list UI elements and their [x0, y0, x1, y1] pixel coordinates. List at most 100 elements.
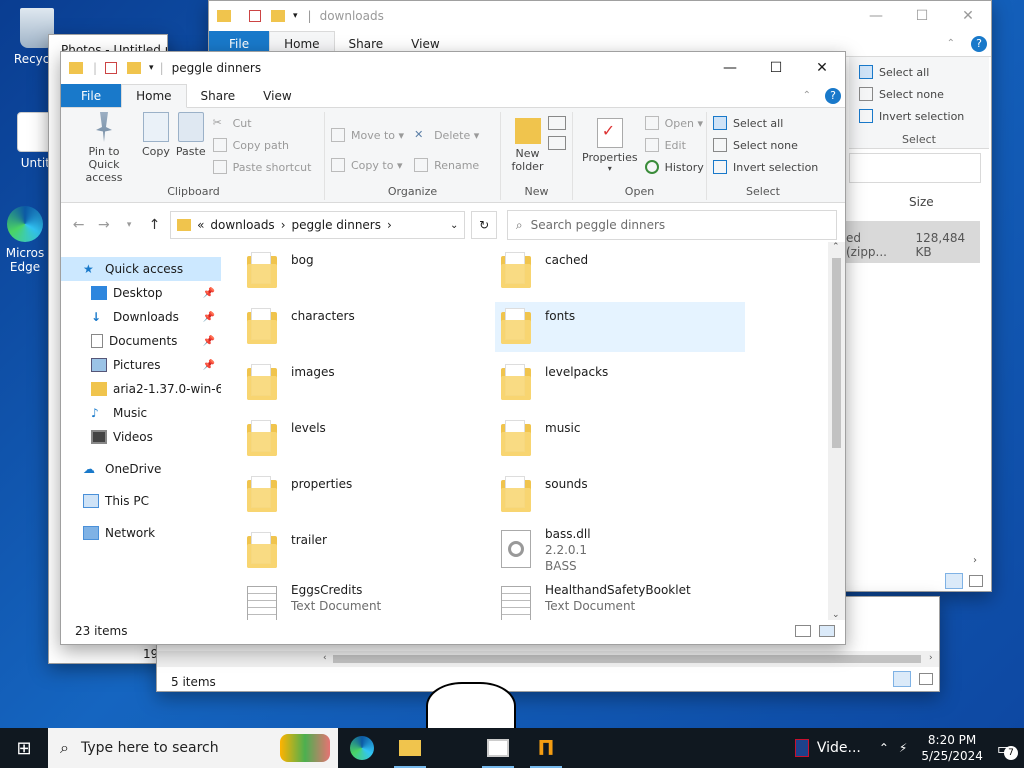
up-arrow-icon[interactable]: ↑ — [145, 217, 164, 233]
start-button[interactable]: ⊞ — [0, 728, 48, 768]
nav-music[interactable]: ♪ Music — [61, 401, 221, 425]
ribbon-collapse-icon[interactable]: ⌃ — [947, 38, 955, 49]
copy-path-button[interactable]: Copy path — [212, 134, 312, 156]
file-item[interactable]: HealthandSafetyBooklet Text Document — [495, 582, 745, 620]
show-hidden-icons-icon[interactable]: ⌃ — [879, 741, 889, 755]
delete-button[interactable]: ✕ Delete ▾ — [414, 120, 479, 150]
nav-aria2[interactable]: aria2-1.37.0-win-64l — [61, 377, 221, 401]
nav-this-pc[interactable]: This PC — [61, 489, 221, 513]
address-dropdown-icon[interactable]: ⌄ — [450, 220, 458, 231]
close-button[interactable]: ✕ — [799, 53, 845, 83]
back-arrow-icon[interactable]: ← — [69, 217, 88, 233]
peggle-dinners-window[interactable]: | ▾ | peggle dinners — ☐ ✕ File Home Sha… — [60, 51, 846, 645]
table-row[interactable]: ed (zipp... 128,484 KB — [846, 221, 980, 263]
tab-share[interactable]: Share — [187, 84, 250, 107]
pin-to-quick-access-button[interactable]: Pin to Quick access — [72, 112, 136, 184]
taskbar-app[interactable] — [434, 728, 474, 768]
breadcrumb-separator-icon[interactable]: › — [387, 218, 392, 232]
scroll-thumb[interactable] — [333, 655, 921, 663]
nav-onedrive[interactable]: ☁ OneDrive — [61, 457, 221, 481]
desktop-icon-edge[interactable]: Micros Edge — [0, 206, 50, 274]
file-item[interactable]: images — [241, 358, 491, 408]
address-overflow[interactable]: « — [197, 218, 204, 232]
network-status-icon[interactable]: ⚡ — [899, 741, 907, 755]
minimize-button[interactable]: — — [853, 1, 899, 31]
taskbar-file-explorer[interactable] — [386, 728, 434, 768]
qat-dropdown-icon[interactable]: ▾ — [149, 63, 154, 73]
pin-icon[interactable]: 📌 — [203, 336, 215, 347]
news-widget-label[interactable]: Vide... — [817, 740, 861, 756]
file-item[interactable]: bass.dll 2.2.0.1 BASS — [495, 526, 745, 576]
file-item[interactable]: sounds — [495, 470, 745, 520]
details-view-button[interactable] — [945, 573, 963, 589]
maximize-button[interactable]: ☐ — [753, 53, 799, 83]
details-view-button[interactable] — [795, 625, 811, 637]
file-item[interactable]: bog — [241, 246, 491, 296]
scroll-up-arrow[interactable]: ⌃ — [832, 242, 840, 252]
file-item[interactable]: levels — [241, 414, 491, 464]
select-all-button[interactable]: Select all — [849, 61, 989, 83]
address-bar[interactable]: « downloads › peggle dinners › ⌄ — [170, 211, 466, 239]
open-button[interactable]: Open ▾ — [644, 112, 704, 134]
scroll-right-arrow[interactable]: › — [929, 653, 933, 663]
file-item[interactable]: fonts — [495, 302, 745, 352]
nav-network[interactable]: Network — [61, 521, 221, 545]
move-to-button[interactable]: Move to ▾ — [331, 120, 404, 150]
cut-button[interactable]: ✂ Cut — [213, 112, 312, 134]
select-all-button[interactable]: Select all — [713, 112, 813, 134]
taskbar-edge[interactable] — [338, 728, 386, 768]
easy-access-icon[interactable] — [548, 136, 566, 150]
scroll-right-arrow[interactable]: › — [973, 555, 977, 566]
close-button[interactable]: ✕ — [945, 1, 991, 31]
select-none-button[interactable]: Select none — [713, 134, 813, 156]
pin-icon[interactable]: 📌 — [203, 312, 215, 323]
recent-locations-icon[interactable]: ▾ — [120, 220, 139, 230]
properties-button[interactable]: ✓ Properties ▾ — [582, 118, 638, 178]
pin-icon[interactable]: 📌 — [203, 288, 215, 299]
edit-button[interactable]: Edit — [644, 134, 704, 156]
new-folder-button[interactable]: New folder — [510, 118, 545, 173]
nav-documents[interactable]: Documents 📌 — [61, 329, 221, 353]
invert-selection-button[interactable]: Invert selection — [713, 156, 818, 178]
qat-dropdown-icon[interactable]: ▾ — [293, 11, 298, 21]
tab-home[interactable]: Home — [121, 84, 187, 108]
forward-arrow-icon[interactable]: → — [94, 217, 113, 233]
tiles-view-button[interactable] — [819, 625, 835, 637]
back-search-box[interactable] — [849, 153, 981, 183]
taskbar-search-box[interactable]: ⌕ Type here to search — [48, 728, 338, 768]
rename-button[interactable]: Rename — [414, 150, 479, 180]
new-item-icon[interactable] — [548, 116, 566, 130]
clock[interactable]: 8:20 PM 5/25/2024 — [921, 732, 983, 764]
copy-button[interactable]: Copy — [142, 112, 170, 184]
nav-quick-access[interactable]: ★ Quick access — [61, 257, 221, 281]
file-item[interactable]: trailer — [241, 526, 491, 576]
taskbar-peggle[interactable]: Π — [522, 728, 570, 768]
tiles-view-button[interactable] — [919, 673, 933, 685]
nav-desktop[interactable]: Desktop 📌 — [61, 281, 221, 305]
vertical-scrollbar[interactable]: ⌃ ⌄ — [828, 242, 845, 620]
invert-selection-button[interactable]: Invert selection — [849, 105, 989, 127]
breadcrumb-peggle-dinners[interactable]: peggle dinners — [292, 218, 382, 232]
breadcrumb-downloads[interactable]: downloads — [210, 218, 274, 232]
paste-shortcut-button[interactable]: Paste shortcut — [212, 156, 311, 178]
file-item[interactable]: characters — [241, 302, 491, 352]
nav-videos[interactable]: Videos — [61, 425, 221, 449]
tab-file[interactable]: File — [61, 84, 122, 107]
ribbon-collapse-icon[interactable]: ⌃ — [803, 90, 811, 101]
refresh-button[interactable]: ↻ — [471, 211, 497, 239]
help-icon[interactable]: ? — [971, 35, 987, 52]
properties-check-icon[interactable] — [105, 62, 118, 74]
scroll-left-arrow[interactable]: ‹ — [323, 653, 327, 663]
file-item[interactable]: properties — [241, 470, 491, 520]
copy-to-button[interactable]: Copy to ▾ — [331, 150, 404, 180]
file-item[interactable]: cached — [495, 246, 745, 296]
search-box[interactable]: ⌕ Search peggle dinners — [506, 210, 838, 240]
details-view-button[interactable] — [893, 671, 911, 687]
nav-pictures[interactable]: Pictures 📌 — [61, 353, 221, 377]
maximize-button[interactable]: ☐ — [899, 1, 945, 31]
breadcrumb-separator-icon[interactable]: › — [281, 218, 286, 232]
select-none-button[interactable]: Select none — [849, 83, 989, 105]
file-item[interactable]: levelpacks — [495, 358, 745, 408]
taskbar-photos[interactable] — [474, 728, 522, 768]
scroll-thumb[interactable] — [832, 258, 841, 448]
